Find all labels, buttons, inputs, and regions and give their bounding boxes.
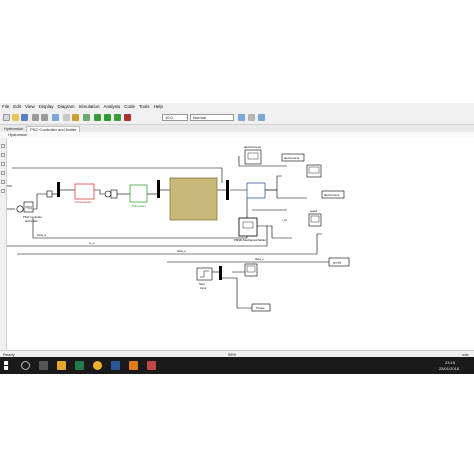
annotation-icon[interactable]	[1, 171, 5, 175]
menu-analysis[interactable]: Analysis	[102, 103, 123, 111]
wire-label-theta-e-2: theta_e	[255, 257, 264, 261]
step-forward-icon[interactable]	[114, 114, 121, 121]
simulink-window: File Edit View Display Diagram Simulatio…	[0, 103, 474, 374]
config-icon[interactable]	[83, 114, 90, 121]
forward-icon[interactable]	[41, 114, 48, 121]
mux-block-2[interactable]	[157, 180, 160, 198]
menu-tools[interactable]: Tools	[137, 103, 152, 111]
goto-tag-1-label: abcCurrents	[284, 156, 300, 160]
menu-file[interactable]: File	[0, 103, 11, 111]
grid-icon[interactable]	[248, 114, 255, 121]
zoom-icon[interactable]	[1, 144, 5, 148]
stop-time-input[interactable]: 10.0	[162, 114, 188, 121]
area-icon[interactable]	[1, 189, 5, 193]
tab-bar: Hydromion PSO Controller and limiter	[0, 125, 474, 132]
taskbar: 23:15 25/01/2018	[0, 357, 474, 374]
back-icon[interactable]	[32, 114, 39, 121]
pid-caption-2: and limiter	[25, 219, 38, 223]
mux-block-1[interactable]	[57, 182, 60, 197]
speed-goto-label: speed	[333, 261, 342, 265]
task-view-icon[interactable]	[39, 361, 48, 370]
run-icon[interactable]	[104, 114, 111, 121]
pid-block-label: Pl(s)	[26, 206, 33, 210]
menu-bar: File Edit View Display Diagram Simulatio…	[0, 103, 474, 111]
menu-code[interactable]: Code	[122, 103, 137, 111]
arrow-icon[interactable]	[1, 162, 5, 166]
menu-edit[interactable]: Edit	[11, 103, 23, 111]
palette	[0, 138, 7, 350]
wire-label-iqs: i_qs	[282, 218, 288, 222]
sum-block-2[interactable]	[104, 190, 112, 198]
step-block[interactable]	[196, 267, 213, 281]
scope-top-caption: iabcCurrents	[244, 145, 262, 149]
menu-display[interactable]: Display	[37, 103, 56, 111]
simulink-icon[interactable]	[147, 361, 156, 370]
file-explorer-icon[interactable]	[57, 361, 66, 370]
goto-tag-2-label: abcCurrents	[324, 193, 340, 197]
inverter-block[interactable]	[246, 182, 266, 199]
check-icon[interactable]	[238, 114, 245, 121]
model-explorer-icon[interactable]	[72, 114, 79, 121]
mux-block-4[interactable]	[219, 266, 222, 280]
chrome-icon[interactable]	[93, 361, 102, 370]
subsystem-caption: Subsystem	[132, 204, 147, 208]
open-icon[interactable]	[12, 114, 19, 121]
menu-view[interactable]: View	[23, 103, 37, 111]
windows-start-icon[interactable]	[4, 361, 9, 370]
simulation-mode-select[interactable]: Normal	[190, 114, 234, 121]
gain-block[interactable]	[46, 190, 53, 198]
sum-block-1[interactable]	[16, 205, 24, 213]
wire-label-wm: w_m	[89, 242, 94, 245]
menu-simulation[interactable]: Simulation	[77, 103, 102, 111]
wire-label-theta-a: theta_a	[37, 233, 46, 237]
word-icon[interactable]	[111, 361, 120, 370]
main-subsystem-block[interactable]	[169, 177, 218, 221]
data-inspector-icon[interactable]	[258, 114, 265, 121]
library-browser-icon[interactable]	[63, 114, 70, 121]
image-icon[interactable]	[1, 180, 5, 184]
menu-help[interactable]: Help	[152, 103, 165, 111]
mux-block-3[interactable]	[226, 180, 229, 200]
menu-diagram[interactable]: Diagram	[55, 103, 76, 111]
step-caption-2: Input	[200, 286, 206, 290]
clock-time[interactable]: 23:15	[445, 360, 455, 365]
matlab-icon[interactable]	[129, 361, 138, 370]
step-back-icon[interactable]	[94, 114, 101, 121]
pmsm-caption: PMSM Mechanical Model	[234, 238, 266, 242]
scope-right-mid-caption: speed	[310, 209, 318, 213]
transmission-block[interactable]	[74, 183, 95, 200]
model-canvas[interactable]: Pl(s) PSO Controller and limiter Transmi…	[7, 138, 474, 350]
stop-icon[interactable]	[124, 114, 131, 121]
save-icon[interactable]	[21, 114, 28, 121]
new-model-icon[interactable]	[3, 114, 10, 121]
wire-label-theta-e: theta_e	[177, 249, 186, 253]
up-icon[interactable]	[52, 114, 59, 121]
transmission-caption: Transmission	[75, 200, 92, 204]
toolbar: 10.0 Normal	[0, 111, 474, 125]
integrator-block[interactable]	[110, 189, 118, 199]
search-icon[interactable]	[21, 361, 30, 370]
excel-icon[interactable]	[75, 361, 84, 370]
clock-date[interactable]: 25/01/2018	[439, 366, 459, 371]
fit-view-icon[interactable]	[1, 153, 5, 157]
subsystem-block[interactable]	[129, 184, 148, 203]
torque-goto-label: Torque	[256, 306, 265, 310]
